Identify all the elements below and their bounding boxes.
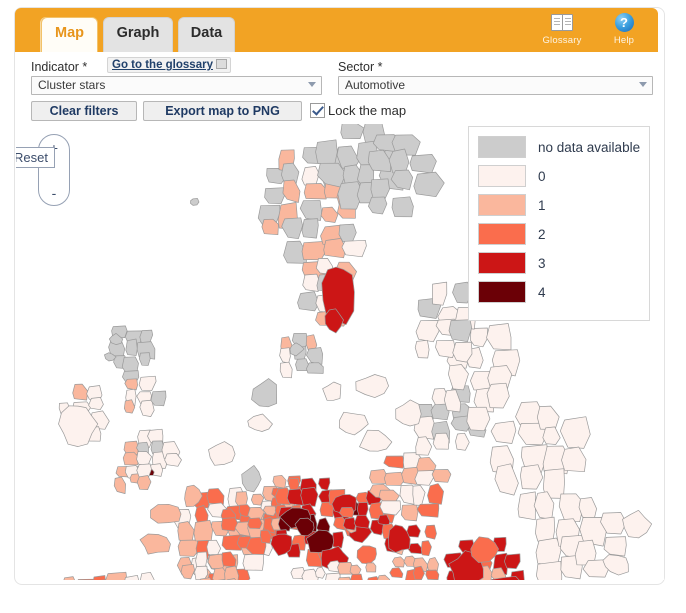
map-region[interactable] [224, 565, 239, 580]
legend-label: 0 [538, 168, 546, 184]
zoom-out-button[interactable]: - [39, 183, 69, 203]
legend-row: 1 [478, 193, 546, 217]
map-region[interactable] [517, 491, 536, 521]
glossary-button[interactable]: Glossary [538, 12, 586, 46]
legend-label: 2 [538, 226, 546, 242]
map-region[interactable] [400, 504, 419, 522]
legend-row: no data available [478, 135, 640, 159]
map-region[interactable] [325, 572, 341, 580]
map-region[interactable] [365, 562, 377, 573]
legend-label: 4 [538, 284, 546, 300]
indicator-select[interactable]: Cluster stars [31, 76, 322, 95]
sector-select[interactable]: Automotive [338, 76, 653, 95]
tab-graph[interactable]: Graph [103, 17, 173, 52]
map-region[interactable] [88, 397, 104, 411]
map-region[interactable] [302, 273, 320, 292]
go-to-glossary-link[interactable]: Go to the glossary [107, 57, 231, 73]
legend-label: no data available [538, 139, 641, 155]
legend-label: 1 [538, 197, 546, 213]
map-region[interactable] [193, 519, 214, 542]
go-to-glossary-label: Go to the glossary [112, 59, 213, 71]
map-region[interactable] [414, 339, 430, 359]
question-circle-icon: ? [600, 12, 648, 34]
sector-value: Automotive [345, 78, 406, 92]
map-region[interactable] [301, 166, 320, 187]
map-legend: no data available 0 1 2 3 4 [468, 126, 650, 321]
map-region[interactable] [504, 553, 521, 569]
indicator-value: Cluster stars [38, 78, 106, 92]
legend-swatch [478, 281, 526, 303]
map-region[interactable] [425, 569, 440, 580]
legend-row: 3 [478, 251, 546, 275]
map-region[interactable] [431, 469, 452, 483]
map-region[interactable] [150, 390, 167, 407]
help-button[interactable]: ? Help [600, 12, 648, 46]
map-region[interactable] [332, 531, 344, 549]
header-icon-group: Glossary ? Help [538, 12, 648, 52]
help-label: Help [613, 35, 635, 46]
map-region[interactable] [342, 517, 357, 531]
choropleth-map[interactable]: + - Reset no data available 0 1 2 3 4 [16, 124, 664, 580]
map-region[interactable] [341, 239, 367, 258]
map-region[interactable] [301, 218, 319, 239]
reset-zoom-button[interactable]: Reset [16, 147, 55, 168]
map-region[interactable] [297, 291, 320, 312]
map-region[interactable] [369, 469, 388, 484]
map-region[interactable] [264, 187, 286, 205]
map-region[interactable] [300, 487, 319, 507]
legend-swatch [478, 223, 526, 245]
map-region[interactable] [432, 432, 450, 450]
map-region[interactable] [125, 338, 138, 356]
map-region[interactable] [150, 503, 182, 524]
zoom-control[interactable]: + - [38, 134, 70, 206]
legend-swatch [478, 194, 526, 216]
map-region[interactable] [424, 524, 437, 540]
glossary-label: Glossary [542, 35, 582, 46]
lock-the-map-toggle[interactable]: Lock the map [310, 100, 406, 120]
mini-book-icon [215, 59, 227, 69]
book-icon [538, 12, 586, 34]
map-region[interactable] [340, 124, 365, 139]
map-region[interactable] [536, 560, 563, 580]
chevron-down-icon [308, 82, 316, 87]
map-region[interactable] [77, 578, 94, 580]
lock-the-map-checkbox[interactable] [310, 102, 325, 118]
map-region[interactable] [409, 154, 437, 174]
map-region[interactable] [448, 319, 473, 343]
map-region[interactable] [138, 352, 151, 366]
tab-data[interactable]: Data [178, 17, 235, 52]
export-map-button[interactable]: Export map to PNG [143, 101, 302, 121]
chevron-down-icon [639, 82, 647, 87]
legend-swatch [478, 136, 526, 158]
map-region[interactable] [315, 139, 338, 167]
tab-bar: Map Graph Data Glossary ? Help [15, 8, 658, 52]
map-region[interactable] [350, 573, 363, 580]
map-region[interactable] [379, 500, 402, 516]
filter-controls: Indicator * Go to the glossary Cluster s… [16, 52, 657, 124]
legend-swatch [478, 165, 526, 187]
map-region[interactable] [247, 517, 263, 529]
map-region[interactable] [242, 553, 264, 571]
legend-label: 3 [538, 255, 546, 271]
map-region[interactable] [306, 362, 324, 374]
map-region[interactable] [279, 361, 293, 379]
indicator-label: Indicator * [31, 60, 88, 74]
map-region[interactable] [338, 576, 352, 580]
sector-label: Sector * [338, 60, 383, 74]
map-region[interactable] [391, 196, 414, 218]
map-region[interactable] [356, 502, 369, 517]
legend-row: 4 [478, 280, 546, 304]
lock-the-map-label: Lock the map [328, 102, 407, 118]
legend-swatch [478, 252, 526, 274]
tab-map[interactable]: Map [41, 17, 98, 52]
map-region[interactable] [105, 571, 128, 580]
legend-row: 0 [478, 164, 546, 188]
map-region[interactable] [303, 183, 327, 200]
legend-row: 2 [478, 222, 546, 246]
application-root: Map Graph Data Glossary ? Help Indicator… [0, 0, 686, 613]
clear-filters-button[interactable]: Clear filters [31, 101, 137, 121]
map-region[interactable] [194, 565, 208, 580]
